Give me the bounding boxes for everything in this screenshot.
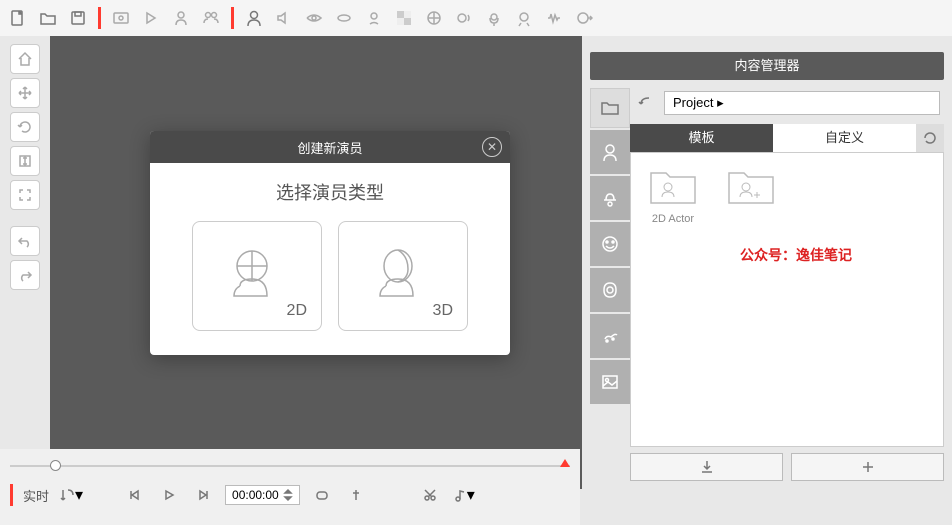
- next-button[interactable]: [191, 483, 215, 507]
- actor-2d-label: 2D: [287, 302, 307, 320]
- actor-type-2d[interactable]: 2D: [192, 221, 322, 331]
- panel-title: 内容管理器: [590, 52, 944, 80]
- profile-button[interactable]: [240, 4, 268, 32]
- voice-icon[interactable]: [450, 4, 478, 32]
- head-icon[interactable]: [420, 4, 448, 32]
- audio-button[interactable]: [270, 4, 298, 32]
- cut-button[interactable]: [418, 483, 442, 507]
- tab-template[interactable]: 模板: [630, 124, 773, 152]
- mic-icon[interactable]: [480, 4, 508, 32]
- folder-2d-actor[interactable]: 2D Actor: [643, 165, 703, 225]
- refresh-button[interactable]: [916, 124, 944, 152]
- category-effect[interactable]: [590, 314, 630, 358]
- preview-button[interactable]: [107, 4, 135, 32]
- loop-button[interactable]: [310, 483, 334, 507]
- mouth-button[interactable]: [330, 4, 358, 32]
- modal-subtitle: 选择演员类型: [170, 179, 490, 205]
- top-toolbar: [0, 0, 952, 36]
- back-button[interactable]: [634, 91, 658, 115]
- modal-header: 创建新演员 ✕: [150, 131, 510, 163]
- mode-label: 实时: [23, 486, 49, 505]
- left-tool-rail: [0, 36, 50, 489]
- timecode-field[interactable]: 00:00:00: [225, 485, 300, 505]
- home-button[interactable]: [10, 44, 40, 74]
- category-folder[interactable]: [590, 88, 630, 128]
- timeline-end-marker: [560, 459, 570, 467]
- marker-button[interactable]: [344, 483, 368, 507]
- category-emoji[interactable]: [590, 222, 630, 266]
- eye-button[interactable]: [300, 4, 328, 32]
- category-image[interactable]: [590, 360, 630, 404]
- checker-button[interactable]: [390, 4, 418, 32]
- close-icon[interactable]: ✕: [482, 137, 502, 157]
- settings-dropdown[interactable]: ▾: [59, 483, 83, 507]
- panel-category-rail: [590, 88, 630, 481]
- actor-3d-label: 3D: [433, 302, 453, 320]
- category-hat[interactable]: [590, 176, 630, 220]
- timecode-value: 00:00:00: [232, 488, 279, 502]
- move-button[interactable]: [10, 78, 40, 108]
- add-button[interactable]: [791, 453, 944, 481]
- tab-custom[interactable]: 自定义: [773, 124, 916, 152]
- group-button[interactable]: [197, 4, 225, 32]
- face-button[interactable]: [360, 4, 388, 32]
- wave-icon[interactable]: [540, 4, 568, 32]
- main-area: 创建新演员 ✕ 选择演员类型 2D: [0, 36, 952, 489]
- save-button[interactable]: [64, 4, 92, 32]
- undo-button[interactable]: [10, 226, 40, 256]
- prev-button[interactable]: [123, 483, 147, 507]
- play-button[interactable]: [137, 4, 165, 32]
- record-indicator: [10, 484, 13, 506]
- scale-button[interactable]: [10, 146, 40, 176]
- open-file-button[interactable]: [34, 4, 62, 32]
- play-timeline-button[interactable]: [157, 483, 181, 507]
- new-file-button[interactable]: [4, 4, 32, 32]
- redo-button[interactable]: [10, 260, 40, 290]
- playhead-handle[interactable]: [50, 460, 61, 471]
- modal-title: 创建新演员: [297, 138, 362, 157]
- toolbar-separator: [231, 7, 234, 29]
- create-actor-modal: 创建新演员 ✕ 选择演员类型 2D: [150, 131, 510, 355]
- breadcrumb-path[interactable]: Project ▸: [664, 91, 940, 115]
- gesture-icon[interactable]: [510, 4, 538, 32]
- timeline-bar: 实时 ▾ 00:00:00 ▾: [0, 449, 580, 525]
- watermark-text: 公众号：逸佳笔记: [740, 245, 852, 265]
- content-grid: 2D Actor 公众号：逸佳笔记: [630, 152, 944, 447]
- timeline-track[interactable]: [10, 455, 570, 475]
- category-sound[interactable]: [590, 268, 630, 312]
- import-button[interactable]: [630, 453, 783, 481]
- actor-type-3d[interactable]: 3D: [338, 221, 468, 331]
- actor-button[interactable]: [167, 4, 195, 32]
- folder-label: 2D Actor: [643, 213, 703, 225]
- canvas[interactable]: 创建新演员 ✕ 选择演员类型 2D: [50, 36, 582, 489]
- folder-watermark: [721, 165, 781, 213]
- export-icon[interactable]: [570, 4, 598, 32]
- note-button[interactable]: ▾: [452, 483, 476, 507]
- fullscreen-button[interactable]: [10, 180, 40, 210]
- toolbar-separator: [98, 7, 101, 29]
- rotate-button[interactable]: [10, 112, 40, 142]
- category-actor[interactable]: [590, 130, 630, 174]
- content-manager-panel: 内容管理器 Project ▸ 模板 自定义: [582, 36, 952, 489]
